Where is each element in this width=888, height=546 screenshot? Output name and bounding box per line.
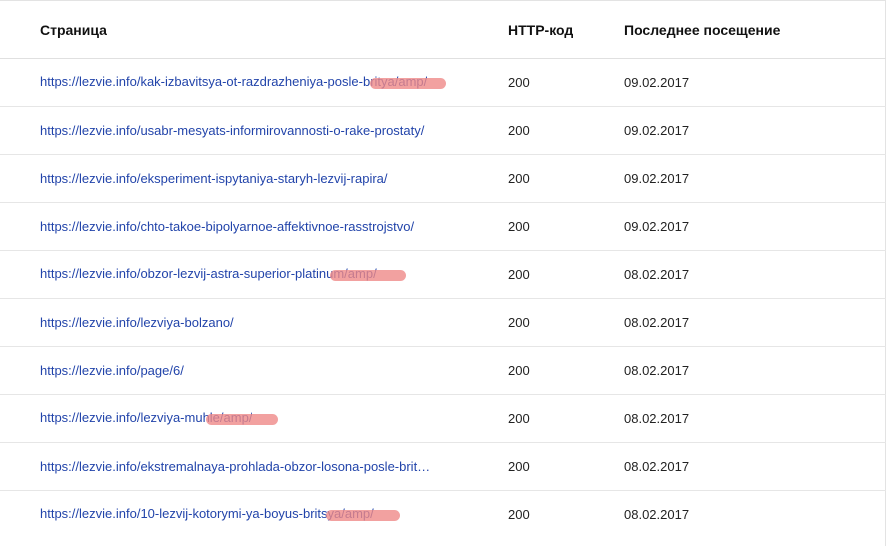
http-code-cell: 200	[508, 394, 624, 443]
http-code-cell: 200	[508, 250, 624, 299]
page-cell: https://lezvie.info/obzor-lezvij-astra-s…	[0, 250, 508, 299]
last-visit-cell: 08.02.2017	[624, 298, 886, 347]
crawled-pages-panel: Страница HTTP-код Последнее посещение ht…	[0, 0, 886, 546]
table-header-row: Страница HTTP-код Последнее посещение	[0, 1, 886, 59]
page-cell: https://lezvie.info/page/6/	[0, 346, 508, 395]
page-cell: https://lezvie.info/ekstremalnaya-prohla…	[0, 442, 508, 491]
page-cell: https://lezvie.info/lezviya-muhle/amp/	[0, 394, 508, 443]
last-visit-cell: 08.02.2017	[624, 507, 690, 522]
table-row: https://lezvie.info/lezviya-bolzano/ 200…	[0, 298, 886, 347]
http-code-cell: 200	[508, 346, 624, 395]
page-url-link[interactable]: https://lezvie.info/usabr-mesyats-inform…	[40, 123, 440, 138]
page-url-link[interactable]: https://lezvie.info/10-lezvij-kotorymi-y…	[40, 506, 374, 521]
http-code-cell: 200	[508, 507, 530, 522]
table-row: https://lezvie.info/obzor-lezvij-astra-s…	[0, 250, 886, 299]
last-visit-cell: 08.02.2017	[624, 442, 886, 491]
page-url-link[interactable]: https://lezvie.info/lezviya-bolzano/	[40, 315, 440, 330]
table-row: https://lezvie.info/lezviya-muhle/amp/ 2…	[0, 394, 886, 443]
last-visit-cell: 09.02.2017	[624, 202, 886, 251]
last-visit-cell: 08.02.2017	[624, 394, 886, 443]
page-url-link[interactable]: https://lezvie.info/page/6/	[40, 363, 440, 378]
last-visit-cell: 08.02.2017	[624, 250, 886, 299]
table-row: https://lezvie.info/kak-izbavitsya-ot-ra…	[0, 58, 886, 107]
page-cell: https://lezvie.info/eksperiment-ispytani…	[0, 154, 508, 203]
last-visit-cell: 08.02.2017	[624, 346, 886, 395]
http-code-cell: 200	[508, 298, 624, 347]
http-code-cell: 200	[508, 154, 624, 203]
http-code-cell: 200	[508, 58, 624, 107]
page-cell: https://lezvie.info/lezviya-bolzano/	[0, 298, 508, 347]
http-code-cell: 200	[508, 202, 624, 251]
page-cell: https://lezvie.info/usabr-mesyats-inform…	[0, 106, 508, 155]
table-row: https://lezvie.info/ekstremalnaya-prohla…	[0, 442, 886, 491]
pages-table: Страница HTTP-код Последнее посещение ht…	[0, 1, 886, 538]
page-url-link[interactable]: https://lezvie.info/chto-takoe-bipolyarn…	[40, 219, 440, 234]
page-url-link[interactable]: https://lezvie.info/ekstremalnaya-prohla…	[40, 459, 440, 474]
table-row: https://lezvie.info/usabr-mesyats-inform…	[0, 106, 886, 155]
page-cell: https://lezvie.info/kak-izbavitsya-ot-ra…	[0, 58, 508, 107]
column-header-last-visit[interactable]: Последнее посещение	[624, 1, 886, 59]
table-row: https://lezvie.info/10-lezvij-kotorymi-y…	[0, 491, 886, 539]
column-header-http-code[interactable]: HTTP-код	[508, 1, 624, 59]
last-visit-cell: 09.02.2017	[624, 154, 886, 203]
page-cell: https://lezvie.info/chto-takoe-bipolyarn…	[0, 202, 508, 251]
page-url-link[interactable]: https://lezvie.info/kak-izbavitsya-ot-ra…	[40, 74, 427, 89]
last-visit-cell: 09.02.2017	[624, 106, 886, 155]
http-code-cell: 200	[508, 106, 624, 155]
page-url-link[interactable]: https://lezvie.info/obzor-lezvij-astra-s…	[40, 266, 377, 281]
table-row: https://lezvie.info/eksperiment-ispytani…	[0, 154, 886, 203]
page-url-link[interactable]: https://lezvie.info/eksperiment-ispytani…	[40, 171, 440, 186]
table-row: https://lezvie.info/chto-takoe-bipolyarn…	[0, 202, 886, 251]
http-code-cell: 200	[508, 442, 624, 491]
column-header-page[interactable]: Страница	[0, 1, 508, 59]
table-row: https://lezvie.info/page/6/ 200 08.02.20…	[0, 346, 886, 395]
last-visit-cell: 09.02.2017	[624, 58, 886, 107]
page-url-link[interactable]: https://lezvie.info/lezviya-muhle/amp/	[40, 410, 252, 425]
page-cell: https://lezvie.info/10-lezvij-kotorymi-y…	[0, 491, 508, 539]
